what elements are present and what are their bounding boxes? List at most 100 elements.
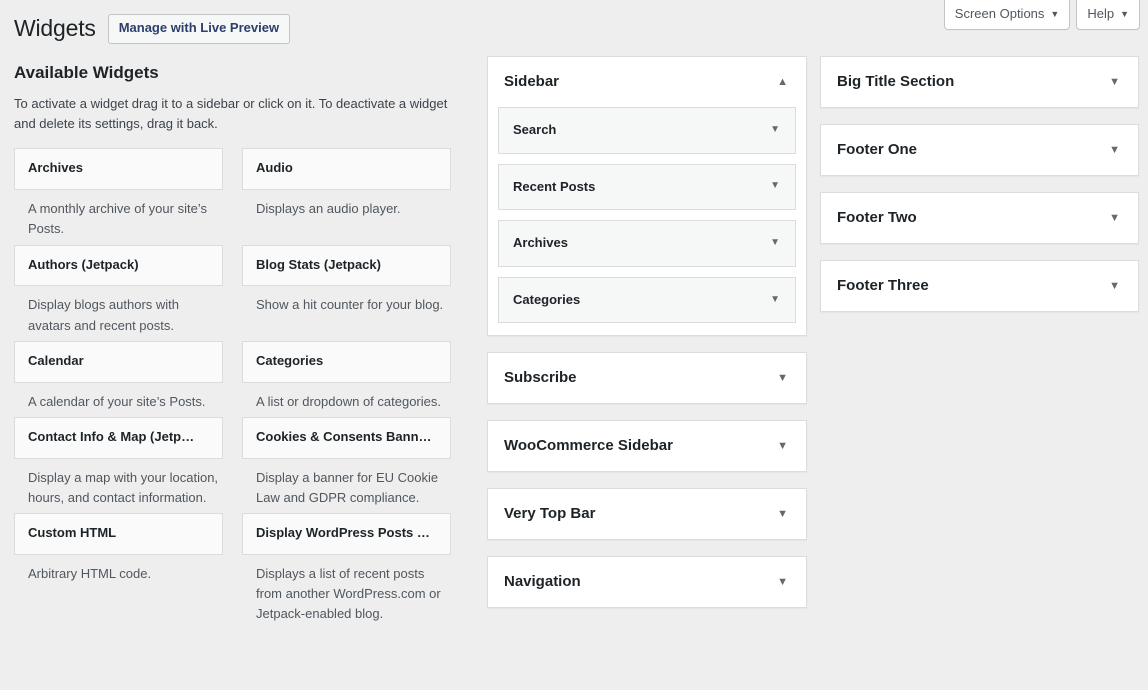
available-widget-7[interactable]: Cookies & Consents Bann… bbox=[242, 417, 451, 459]
assigned-widget-3[interactable]: Categories ▼ bbox=[498, 277, 796, 324]
available-widgets-grid: Archives A monthly archive of your site’s… bbox=[14, 148, 451, 629]
chevron-down-icon[interactable]: ▼ bbox=[770, 125, 780, 135]
sidebar-panel-title: Big Title Section bbox=[837, 73, 954, 91]
available-widget-5[interactable]: Categories bbox=[242, 341, 451, 383]
available-widget-description: Display a map with your location, hours,… bbox=[14, 459, 223, 508]
assigned-widget-title: Recent Posts bbox=[513, 179, 595, 195]
screen-meta-tab-0[interactable]: Screen Options ▼ bbox=[944, 0, 1071, 30]
assigned-widget-title: Categories bbox=[513, 292, 580, 308]
chevron-down-icon[interactable]: ▼ bbox=[777, 577, 788, 588]
sidebar-panel-title: WooCommerce Sidebar bbox=[504, 437, 673, 455]
available-widget-6[interactable]: Contact Info & Map (Jetp… bbox=[14, 417, 223, 459]
available-widgets-heading: Available Widgets bbox=[14, 62, 451, 84]
widget-cell: Authors (Jetpack)Display blogs authors w… bbox=[14, 245, 223, 336]
available-widgets-section: Available Widgets To activate a widget d… bbox=[14, 62, 451, 629]
available-widget-title: Calendar bbox=[28, 353, 209, 370]
widget-cell: Custom HTML Arbitrary HTML code. bbox=[14, 513, 223, 584]
sidebar-panel-right-1: Footer One ▼ bbox=[820, 124, 1139, 176]
available-widget-title: Display WordPress Posts … bbox=[256, 525, 437, 542]
sidebar-panel-title: Navigation bbox=[504, 573, 581, 591]
available-widget-title: Audio bbox=[256, 160, 437, 177]
available-widget-title: Custom HTML bbox=[28, 525, 209, 542]
sidebar-panel-title: Footer Two bbox=[837, 209, 917, 227]
sidebar-panel-middle-4: Navigation ▼ bbox=[487, 556, 807, 608]
sidebar-panel-body: Search ▼ Recent Posts ▼ Archives ▼ Categories ▼ bbox=[488, 107, 806, 335]
screen-meta-tab-label: Screen Options bbox=[955, 6, 1045, 21]
assigned-widget-2[interactable]: Archives ▼ bbox=[498, 220, 796, 267]
page-header: Widgets Manage with Live Preview bbox=[14, 14, 290, 44]
available-widget-3[interactable]: Blog Stats (Jetpack) bbox=[242, 245, 451, 287]
available-widget-title: Authors (Jetpack) bbox=[28, 257, 209, 274]
available-widget-9[interactable]: Display WordPress Posts … bbox=[242, 513, 451, 555]
available-widget-1[interactable]: Audio bbox=[242, 148, 451, 190]
sidebar-panel-middle-2: WooCommerce Sidebar ▼ bbox=[487, 420, 807, 472]
chevron-down-icon[interactable]: ▼ bbox=[1109, 281, 1120, 292]
sidebar-panel-header[interactable]: Footer Two ▼ bbox=[821, 193, 1138, 243]
sidebar-panel-header[interactable]: Very Top Bar ▼ bbox=[488, 489, 806, 539]
chevron-down-icon[interactable]: ▼ bbox=[1109, 145, 1120, 156]
chevron-down-icon[interactable]: ▼ bbox=[770, 295, 780, 305]
chevron-up-icon[interactable]: ▲ bbox=[777, 77, 788, 88]
chevron-down-icon[interactable]: ▼ bbox=[770, 181, 780, 191]
sidebar-panel-title: Footer One bbox=[837, 141, 917, 159]
page-title: Widgets bbox=[14, 14, 96, 44]
widget-cell: Display WordPress Posts … Displays a list… bbox=[242, 513, 451, 624]
available-widget-title: Contact Info & Map (Jetp… bbox=[28, 429, 209, 446]
sidebar-panel-title: Sidebar bbox=[504, 73, 559, 91]
screen-meta-tab-1[interactable]: Help ▼ bbox=[1076, 0, 1140, 30]
sidebar-panel-right-2: Footer Two ▼ bbox=[820, 192, 1139, 244]
sidebar-panel-header[interactable]: Footer One ▼ bbox=[821, 125, 1138, 175]
sidebar-panel-middle-3: Very Top Bar ▼ bbox=[487, 488, 807, 540]
available-widget-2[interactable]: Authors (Jetpack) bbox=[14, 245, 223, 287]
widget-cell: Audio Displays an audio player. bbox=[242, 148, 451, 219]
chevron-down-icon: ▼ bbox=[1050, 9, 1059, 19]
widget-cell: Archives A monthly archive of your site’s… bbox=[14, 148, 223, 239]
available-widget-description: A calendar of your site’s Posts. bbox=[14, 383, 223, 412]
sidebar-panel-header[interactable]: Sidebar ▲ bbox=[488, 57, 806, 107]
chevron-down-icon: ▼ bbox=[1120, 9, 1129, 19]
available-widget-8[interactable]: Custom HTML bbox=[14, 513, 223, 555]
sidebar-panel-middle-1: Subscribe ▼ bbox=[487, 352, 807, 404]
available-widgets-description: To activate a widget drag it to a sideba… bbox=[14, 94, 451, 134]
sidebar-panel-middle-0: Sidebar▲Search▼Recent Posts▼Archives▼Cat… bbox=[487, 56, 807, 336]
chevron-down-icon[interactable]: ▼ bbox=[777, 441, 788, 452]
sidebar-panel-title: Very Top Bar bbox=[504, 505, 595, 523]
screen-meta-tab-label: Help bbox=[1087, 6, 1114, 21]
sidebar-panel-header[interactable]: Footer Three ▼ bbox=[821, 261, 1138, 311]
available-widget-title: Categories bbox=[256, 353, 437, 370]
available-widget-description: Displays a list of recent posts from ano… bbox=[242, 555, 451, 624]
manage-with-live-preview-button[interactable]: Manage with Live Preview bbox=[108, 14, 290, 44]
chevron-down-icon[interactable]: ▼ bbox=[777, 509, 788, 520]
available-widget-title: Cookies & Consents Bann… bbox=[256, 429, 437, 446]
available-widget-4[interactable]: Calendar bbox=[14, 341, 223, 383]
sidebar-panel-header[interactable]: Navigation ▼ bbox=[488, 557, 806, 607]
chevron-down-icon[interactable]: ▼ bbox=[777, 373, 788, 384]
available-widget-description: Show a hit counter for your blog. bbox=[242, 286, 451, 315]
widget-cell: Categories A list or dropdown of categori… bbox=[242, 341, 451, 412]
available-widget-description: A monthly archive of your site’s Posts. bbox=[14, 190, 223, 239]
chevron-down-icon[interactable]: ▼ bbox=[770, 238, 780, 248]
chevron-down-icon[interactable]: ▼ bbox=[1109, 213, 1120, 224]
available-widget-description: Arbitrary HTML code. bbox=[14, 555, 223, 584]
assigned-widget-1[interactable]: Recent Posts ▼ bbox=[498, 164, 796, 211]
widget-cell: Blog Stats (Jetpack)Show a hit counter f… bbox=[242, 245, 451, 316]
sidebar-panel-title: Subscribe bbox=[504, 369, 577, 387]
available-widget-0[interactable]: Archives bbox=[14, 148, 223, 190]
assigned-widget-title: Search bbox=[513, 122, 556, 138]
sidebar-panel-title: Footer Three bbox=[837, 277, 929, 295]
sidebars-column-middle: Sidebar▲Search▼Recent Posts▼Archives▼Cat… bbox=[487, 56, 807, 624]
available-widget-title: Archives bbox=[28, 160, 209, 177]
assigned-widget-0[interactable]: Search ▼ bbox=[498, 107, 796, 154]
sidebar-panel-right-0: Big Title Section ▼ bbox=[820, 56, 1139, 108]
widget-cell: Calendar A calendar of your site’s Posts. bbox=[14, 341, 223, 412]
chevron-down-icon[interactable]: ▼ bbox=[1109, 77, 1120, 88]
sidebar-panel-header[interactable]: WooCommerce Sidebar ▼ bbox=[488, 421, 806, 471]
sidebar-panel-header[interactable]: Subscribe ▼ bbox=[488, 353, 806, 403]
sidebar-panel-right-3: Footer Three ▼ bbox=[820, 260, 1139, 312]
available-widget-description: A list or dropdown of categories. bbox=[242, 383, 451, 412]
widget-cell: Contact Info & Map (Jetp… Display a map w… bbox=[14, 417, 223, 508]
available-widget-description: Displays an audio player. bbox=[242, 190, 451, 219]
sidebar-panel-header[interactable]: Big Title Section ▼ bbox=[821, 57, 1138, 107]
assigned-widget-title: Archives bbox=[513, 235, 568, 251]
sidebars-column-right: Big Title Section ▼ Footer One ▼ Footer Two ▼… bbox=[820, 56, 1139, 328]
